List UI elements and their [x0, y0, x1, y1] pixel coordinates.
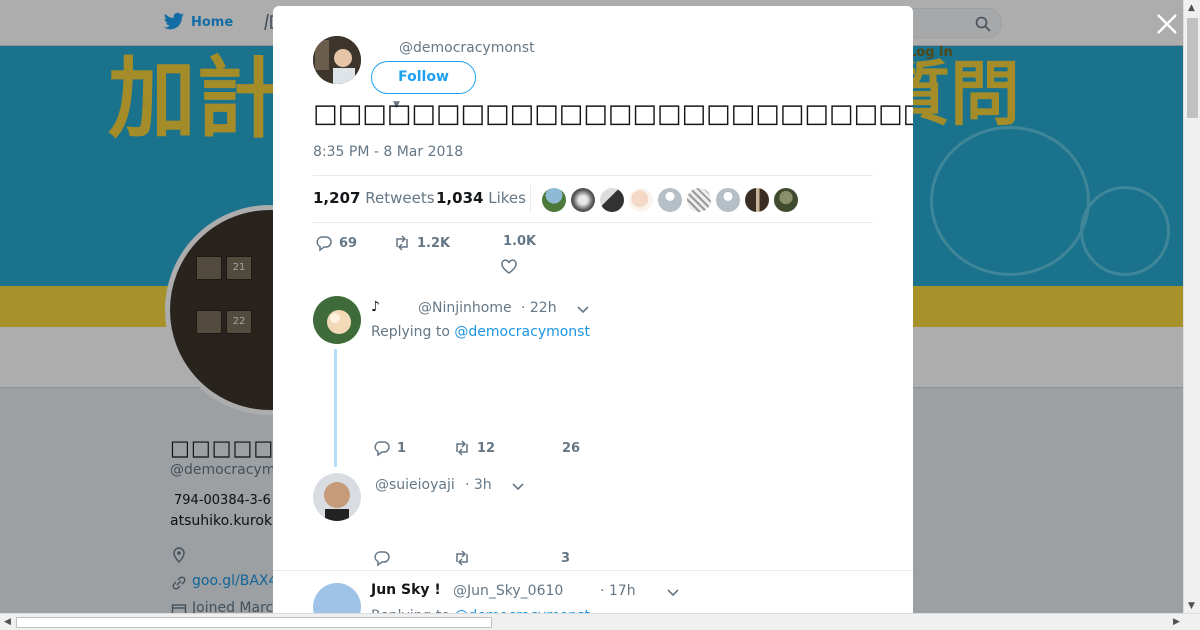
chevron-down-icon[interactable]	[576, 305, 590, 315]
reply-avatar[interactable]	[313, 296, 361, 344]
reply-author-handle[interactable]: @suieioyaji	[375, 477, 455, 493]
reply-avatar-photo	[313, 583, 361, 616]
liker-avatar[interactable]	[658, 188, 682, 212]
reply-count: 69	[339, 235, 358, 251]
reply-icon	[374, 441, 390, 457]
author-handle[interactable]: @democracymonst	[399, 40, 535, 56]
tweet-actions: 69 1.2K 1.0K	[313, 234, 873, 274]
retweet-count: 12	[477, 440, 496, 456]
reply-item[interactable]: @suieioyaji · 3h 3	[313, 473, 873, 568]
liker-avatar[interactable]	[600, 188, 624, 212]
replying-prefix: Replying to	[371, 324, 450, 340]
tweet-modal: @democracymonst Follow ▼ □□□□□□□□□□□□□□□…	[273, 6, 913, 616]
retweet-icon	[456, 440, 468, 456]
retweet-button[interactable]: 12	[453, 439, 495, 457]
retweet-action-count: 1.2K	[417, 235, 451, 251]
reply-item[interactable]: Jun Sky ! @Jun_Sky_0610 · 17h Replying t…	[313, 582, 873, 616]
like-count[interactable]: 3	[561, 551, 570, 566]
retweet-button[interactable]: 1.2K	[393, 234, 450, 252]
retweet-icon	[456, 550, 468, 566]
scroll-up-icon[interactable]: ▲	[1188, 3, 1195, 13]
likes-count: 1,034	[436, 189, 484, 207]
liker-avatar[interactable]	[571, 188, 595, 212]
retweet-icon	[396, 235, 408, 251]
scroll-down-icon[interactable]: ▼	[1188, 601, 1195, 611]
likes-stat[interactable]: 1,034 Likes	[436, 189, 526, 207]
reply-author-handle[interactable]: @Ninjinhome	[418, 300, 512, 316]
replying-to: Replying to @democracymonst	[371, 324, 590, 340]
reply-timestamp[interactable]: · 22h	[521, 300, 557, 316]
likes-label: Likes	[488, 189, 526, 207]
scroll-right-icon[interactable]: ▶	[1173, 617, 1180, 627]
tweet-text: □□□□□□□□□□□□□□□□□□□□□□□□□□□□□□□□□□□□□□□□…	[313, 99, 913, 129]
replying-to-link[interactable]: @democracymonst	[454, 324, 590, 340]
follow-button[interactable]: Follow	[371, 61, 476, 94]
reply-button[interactable]: 1	[373, 439, 406, 457]
reply-avatar-photo	[313, 296, 361, 344]
scrollbar-thumb[interactable]	[1187, 18, 1198, 118]
reply-timestamp[interactable]: · 3h	[465, 477, 492, 493]
reply-icon	[316, 236, 332, 252]
reply-author-name[interactable]: ♪	[371, 299, 380, 315]
retweet-count: 1,207	[313, 189, 361, 207]
retweet-button[interactable]	[453, 549, 477, 567]
tweet-timestamp[interactable]: 8:35 PM - 8 Mar 2018	[313, 144, 463, 160]
reply-item[interactable]: ♪ @Ninjinhome · 22h Replying to @democra…	[313, 296, 873, 466]
liker-avatar[interactable]	[687, 188, 711, 212]
liker-avatar[interactable]	[542, 188, 566, 212]
author-avatar[interactable]	[313, 36, 361, 84]
retweet-stat[interactable]: 1,207 Retweets	[313, 189, 435, 207]
vertical-scrollbar[interactable]: ▲ ▼	[1183, 0, 1200, 614]
reply-avatar[interactable]	[313, 583, 361, 616]
liker-avatar[interactable]	[629, 188, 653, 212]
author-photo	[313, 36, 361, 84]
chevron-down-icon[interactable]	[511, 482, 525, 492]
reply-author-name[interactable]: Jun Sky !	[371, 582, 441, 598]
scroll-left-icon[interactable]: ◀	[4, 617, 11, 627]
reply-avatar-photo	[313, 473, 361, 521]
close-icon[interactable]	[1153, 10, 1181, 38]
reply-button[interactable]: 69	[315, 234, 357, 252]
heart-icon[interactable]	[500, 258, 518, 276]
scrollbar-thumb[interactable]	[16, 617, 492, 628]
reply-icon	[374, 551, 390, 567]
liker-avatar[interactable]	[774, 188, 798, 212]
like-count[interactable]: 26	[562, 441, 580, 456]
tweet-stats: 1,207 Retweets 1,034 Likes	[313, 175, 873, 223]
retweet-label: Retweets	[365, 189, 435, 207]
horizontal-scrollbar[interactable]: ◀ ▶	[0, 613, 1200, 630]
reply-count: 1	[397, 440, 407, 456]
chevron-down-icon[interactable]	[666, 588, 680, 598]
thread-connector	[334, 349, 337, 467]
liker-avatar[interactable]	[716, 188, 740, 212]
like-count-label: 1.0K	[503, 234, 537, 249]
divider	[530, 185, 531, 213]
reply-author-handle[interactable]: @Jun_Sky_0610	[453, 583, 563, 599]
reply-timestamp[interactable]: · 17h	[600, 583, 636, 599]
reply-avatar[interactable]	[313, 473, 361, 521]
divider	[273, 570, 913, 571]
reply-button[interactable]	[373, 549, 397, 567]
liker-avatar[interactable]	[745, 188, 769, 212]
